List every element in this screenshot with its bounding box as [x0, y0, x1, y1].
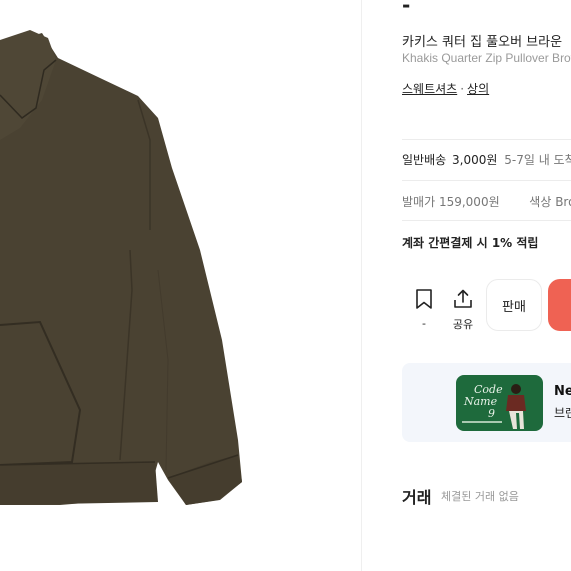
product-image[interactable]	[0, 0, 361, 571]
divider	[402, 220, 571, 221]
price-value: -	[402, 0, 411, 17]
banner-image-caption	[462, 421, 502, 423]
release-price-label: 발매가	[402, 195, 436, 209]
promo-banner[interactable]: Code Name 9 New 브랜드	[402, 363, 571, 442]
share-button[interactable]: 공유	[450, 288, 476, 332]
divider	[402, 180, 571, 181]
sweatshirt-photo	[0, 30, 242, 505]
breadcrumb-tops[interactable]: 상의	[467, 82, 489, 96]
trade-empty-message: 체결된 거래 없음	[441, 490, 519, 503]
shipping-eta: 5-7일 내 도착	[504, 153, 571, 167]
wish-count: -	[422, 317, 426, 330]
shipping-label: 일반배송	[402, 153, 447, 167]
breadcrumb-sweatshirt[interactable]: 스웨트셔츠	[402, 82, 457, 96]
share-icon	[454, 289, 472, 308]
payment-benefit: 계좌 간편결제 시 1% 적립	[402, 236, 539, 250]
banner-image: Code Name 9	[456, 375, 543, 431]
category-breadcrumb: 스웨트셔츠 · 상의	[402, 80, 489, 97]
share-label: 공유	[452, 318, 474, 331]
shipping-info: 일반배송 3,000원 5-7일 내 도착	[402, 151, 571, 168]
hem-rib	[0, 462, 158, 505]
wish-button[interactable]: -	[412, 288, 436, 330]
banner-subtitle: 브랜드	[554, 406, 571, 420]
product-name-english: Khakis Quarter Zip Pullover Brown	[402, 51, 571, 65]
trade-section-title: 거래	[402, 488, 432, 507]
bookmark-icon	[416, 289, 432, 309]
product-detail-panel: - 카키스 쿼터 집 풀오버 브라운 Khakis Quarter Zip Pu…	[362, 0, 571, 571]
color-value: Brown	[555, 195, 571, 209]
product-name-korean: 카키스 쿼터 집 풀오버 브라운	[402, 35, 563, 50]
release-price-value: 159,000원	[438, 195, 500, 209]
product-info-row: 발매가 159,000원 색상 Brown	[402, 193, 571, 210]
shipping-fee: 3,000원	[452, 153, 498, 167]
buy-button[interactable]	[548, 279, 571, 331]
banner-title: New	[554, 384, 571, 399]
breadcrumb-separator: ·	[460, 82, 465, 96]
sell-button[interactable]: 판매	[486, 279, 542, 331]
divider	[402, 139, 571, 140]
color-label: 색상	[529, 195, 552, 209]
